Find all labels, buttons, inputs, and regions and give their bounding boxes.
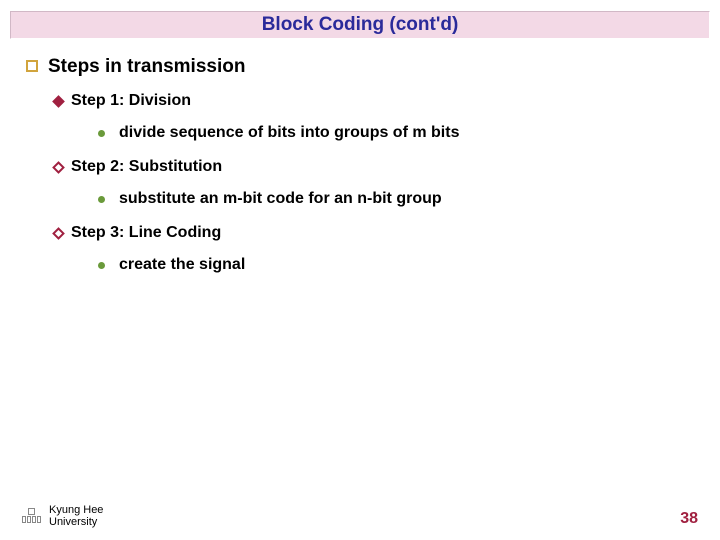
step-row: Step 2: Substitution (54, 158, 700, 176)
university-line2: University (49, 516, 103, 528)
step-detail-row: create the signal (98, 256, 700, 274)
university-name: Kyung Hee University (49, 504, 103, 528)
slide-title: Block Coding (cont'd) (262, 14, 459, 36)
step-row: Step 3: Line Coding (54, 224, 700, 242)
university-logo-icon (22, 508, 41, 523)
step-detail-row: substitute an m-bit code for an n-bit gr… (98, 190, 700, 208)
dot-icon (98, 262, 105, 269)
content-area: Steps in transmission Step 1: Division d… (26, 56, 700, 290)
square-bullet-icon (26, 60, 38, 72)
main-heading-row: Steps in transmission (26, 56, 700, 78)
dot-icon (98, 130, 105, 137)
dot-icon (98, 196, 105, 203)
step-detail: substitute an m-bit code for an n-bit gr… (119, 190, 442, 208)
step-detail: divide sequence of bits into groups of m… (119, 124, 459, 142)
main-heading: Steps in transmission (48, 56, 245, 78)
diamond-hollow-icon (52, 161, 65, 174)
page-number: 38 (680, 510, 698, 528)
footer: Kyung Hee University (22, 504, 103, 528)
step-detail: create the signal (119, 256, 245, 274)
diamond-solid-icon (52, 95, 65, 108)
step-title: Step 3: Line Coding (71, 224, 221, 242)
diamond-hollow-icon (52, 227, 65, 240)
step-title: Step 1: Division (71, 92, 191, 110)
title-bar: Block Coding (cont'd) (10, 11, 710, 39)
university-line1: Kyung Hee (49, 504, 103, 516)
step-detail-row: divide sequence of bits into groups of m… (98, 124, 700, 142)
step-title: Step 2: Substitution (71, 158, 222, 176)
step-row: Step 1: Division (54, 92, 700, 110)
